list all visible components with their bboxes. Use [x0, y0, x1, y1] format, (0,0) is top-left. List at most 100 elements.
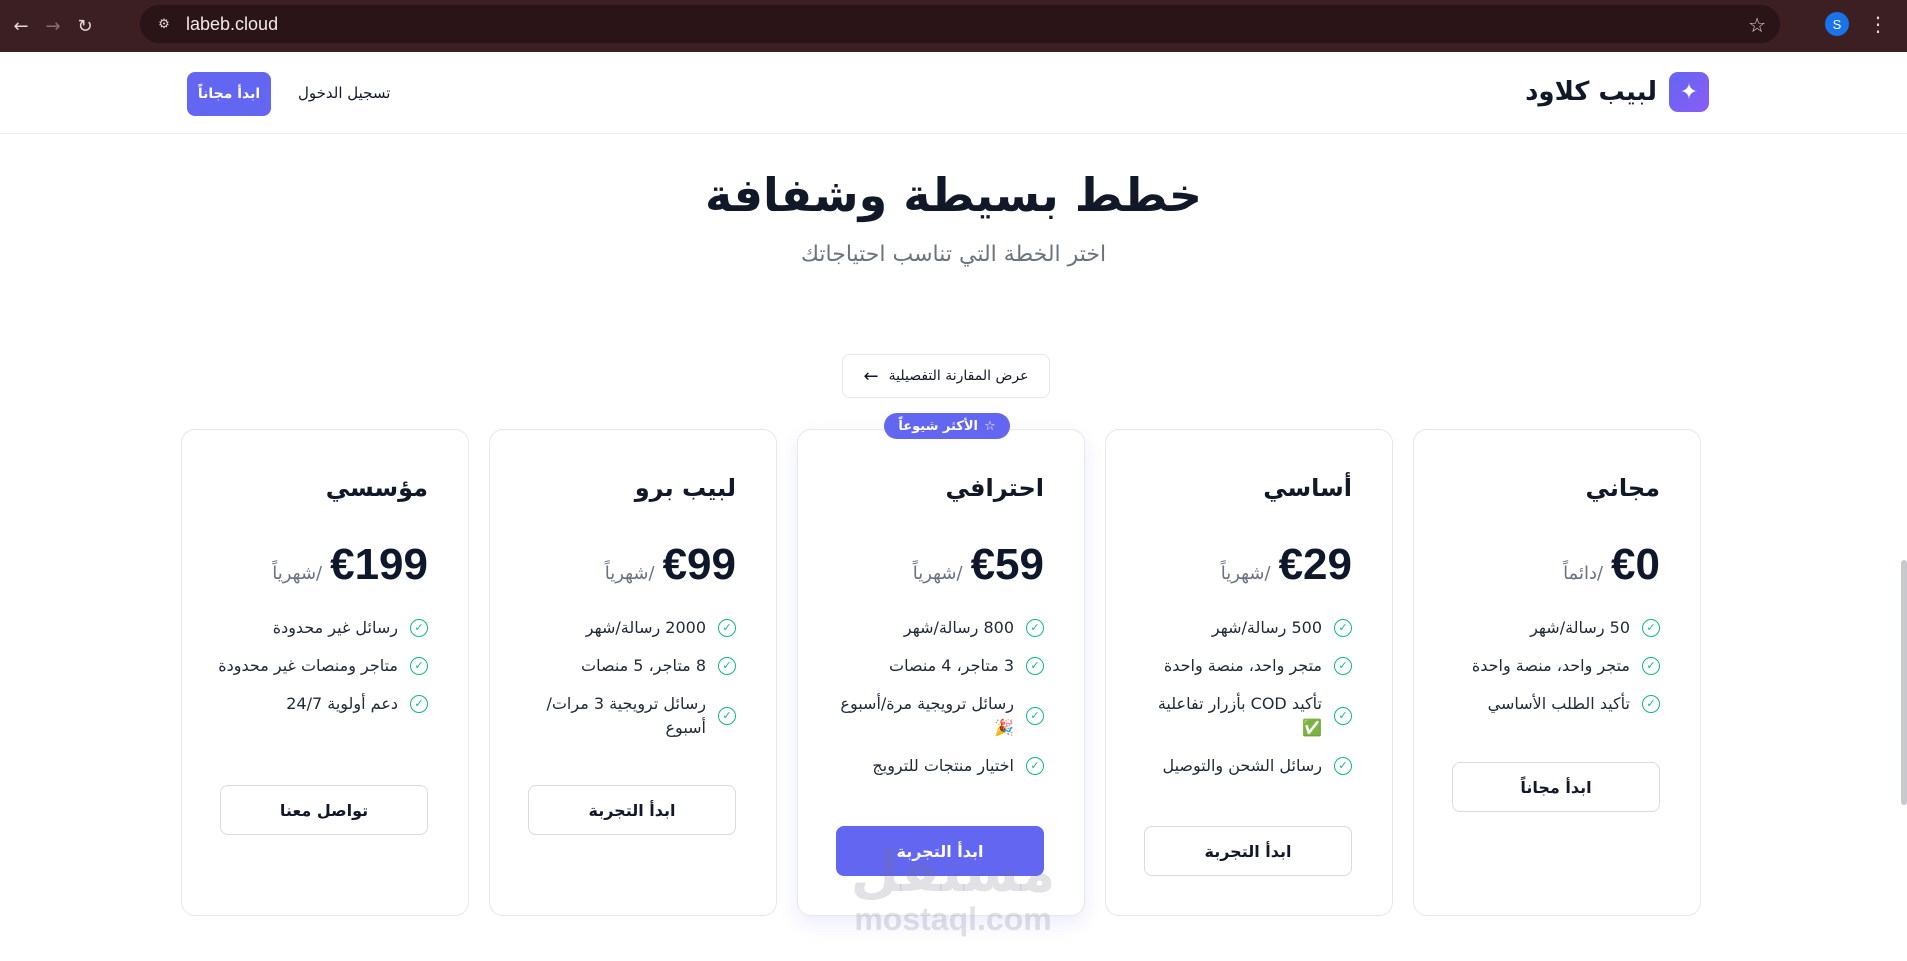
plan-price-row: €0 /دائماً [1563, 540, 1660, 590]
plan-price-row: €29 /شهرياً [1221, 540, 1352, 590]
feature-item: ✓ رسائل ترويجية 3 مرات/أسبوع [521, 692, 736, 740]
feature-list: ✓ 800 رسالة/شهر ✓ 3 متاجر، 4 منصات ✓ رسائل … [829, 616, 1044, 792]
feature-item: ✓ 50 رسالة/شهر [1445, 616, 1660, 640]
plan-period: /دائماً [1563, 563, 1604, 584]
plan-price-row: €59 /شهرياً [913, 540, 1044, 590]
feature-text: اختيار منتجات للترويج [872, 756, 1014, 775]
login-link[interactable]: تسجيل الدخول [298, 84, 390, 102]
check-circle-icon: ✓ [1642, 619, 1660, 637]
popular-badge-label: الأكثر شيوعاً [898, 418, 978, 434]
feature-item: ✓ 8 متاجر، 5 منصات [521, 654, 736, 678]
feature-list: ✓ 2000 رسالة/شهر ✓ 8 متاجر، 5 منصات ✓ رسائل… [521, 616, 736, 754]
reload-icon[interactable]: ↻ [74, 15, 96, 37]
back-icon[interactable]: ← [10, 15, 32, 37]
feature-list: ✓ رسائل غير محدودة ✓ متاجر ومنصات غير محدو… [213, 616, 428, 730]
brand[interactable]: ✦ لبيب كلاود [1525, 72, 1709, 112]
plan-card-enterprise: مؤسسي €199 /شهرياً ✓ رسائل غير محدودة ✓ مت… [181, 429, 469, 916]
plan-price: €199 [330, 540, 428, 589]
plan-cta-button[interactable]: ابدأ التجربة [1144, 826, 1352, 876]
plan-name: لبيب برو [634, 474, 736, 502]
check-circle-icon: ✓ [1026, 657, 1044, 675]
page-subtitle: اختر الخطة التي تناسب احتياجاتك [800, 242, 1107, 267]
profile-avatar[interactable]: S [1825, 12, 1849, 36]
site-header: ✦ لبيب كلاود تسجيل الدخول ابدأ مجاناً [0, 52, 1907, 134]
plan-card-free: مجاني €0 /دائماً ✓ 50 رسالة/شهر ✓ متجر واح… [1413, 429, 1701, 916]
check-circle-icon: ✓ [410, 619, 428, 637]
plan-cta-button[interactable]: ابدأ التجربة [836, 826, 1044, 876]
feature-item: ✓ 800 رسالة/شهر [829, 616, 1044, 640]
bookmark-star-icon[interactable]: ☆ [1748, 13, 1766, 37]
check-circle-icon: ✓ [1642, 695, 1660, 713]
feature-item: ✓ تأكيد الطلب الأساسي [1445, 692, 1660, 716]
plan-period: /شهرياً [1220, 563, 1271, 584]
plan-card-basic: أساسي €29 /شهرياً ✓ 500 رسالة/شهر ✓ متجر و… [1105, 429, 1393, 916]
feature-item: ✓ تأكيد COD بأزرار تفاعلية ✅ [1137, 692, 1352, 740]
check-circle-icon: ✓ [1642, 657, 1660, 675]
plan-cta-button[interactable]: ابدأ التجربة [528, 785, 736, 835]
plan-name: مجاني [1585, 474, 1660, 502]
feature-item: ✓ متجر واحد، منصة واحدة [1445, 654, 1660, 678]
address-bar[interactable]: ⚙ labeb.cloud ☆ [140, 5, 1780, 43]
feature-text: دعم أولوية 24/7 [286, 694, 398, 713]
feature-text: رسائل الشحن والتوصيل [1162, 756, 1322, 775]
feature-text: متجر واحد، منصة واحدة [1163, 656, 1322, 675]
plan-price-row: €99 /شهرياً [605, 540, 736, 590]
start-free-button[interactable]: ابدأ مجاناً [187, 72, 271, 116]
page-title: خطط بسيطة وشفافة [704, 168, 1203, 222]
plan-name: احترافي [945, 474, 1044, 502]
feature-item: ✓ 500 رسالة/شهر [1137, 616, 1352, 640]
feature-text: رسائل غير محدودة [272, 618, 398, 637]
feature-item: ✓ متاجر ومنصات غير محدودة [213, 654, 428, 678]
check-circle-icon: ✓ [718, 619, 736, 637]
feature-text: 500 رسالة/شهر [1211, 618, 1322, 637]
compare-label: عرض المقارنة التفصيلية [888, 368, 1029, 384]
brand-name: لبيب كلاود [1525, 77, 1657, 107]
check-circle-icon: ✓ [1026, 619, 1044, 637]
arrow-left-icon: ← [863, 365, 879, 387]
feature-text: 50 رسالة/شهر [1530, 618, 1630, 637]
check-circle-icon: ✓ [1026, 707, 1044, 725]
check-circle-icon: ✓ [410, 657, 428, 675]
plan-price: €29 [1278, 540, 1352, 589]
feature-text: رسائل ترويجية 3 مرات/أسبوع [546, 694, 706, 737]
feature-text: 2000 رسالة/شهر [585, 618, 706, 637]
check-circle-icon: ✓ [1334, 657, 1352, 675]
plan-period: /شهرياً [272, 563, 323, 584]
check-circle-icon: ✓ [1334, 757, 1352, 775]
feature-list: ✓ 500 رسالة/شهر ✓ متجر واحد، منصة واحدة ✓ ت… [1137, 616, 1352, 792]
feature-item: ✓ 3 متاجر، 4 منصات [829, 654, 1044, 678]
plan-cta-button[interactable]: ابدأ مجاناً [1452, 762, 1660, 812]
page-scrollbar[interactable] [1901, 560, 1907, 805]
plan-name: مؤسسي [325, 474, 428, 502]
sparkles-icon: ✦ [1669, 72, 1709, 112]
feature-item: ✓ رسائل غير محدودة [213, 616, 428, 640]
plan-price-row: €199 /شهرياً [272, 540, 428, 590]
url-text[interactable]: labeb.cloud [186, 14, 278, 35]
plan-price: €99 [662, 540, 736, 589]
feature-text: متاجر ومنصات غير محدودة [218, 656, 398, 675]
check-circle-icon: ✓ [1026, 757, 1044, 775]
plan-period: /شهرياً [912, 563, 963, 584]
feature-item: ✓ 2000 رسالة/شهر [521, 616, 736, 640]
feature-text: متجر واحد، منصة واحدة [1471, 656, 1630, 675]
forward-icon[interactable]: → [42, 15, 64, 37]
check-circle-icon: ✓ [718, 657, 736, 675]
plan-cta-button[interactable]: تواصل معنا [220, 785, 428, 835]
compare-plans-button[interactable]: عرض المقارنة التفصيلية ← [842, 354, 1050, 398]
feature-text: رسائل ترويجية مرة/أسبوع 🎉 [840, 694, 1014, 737]
popular-badge: ☆ الأكثر شيوعاً [884, 413, 1010, 439]
check-circle-icon: ✓ [718, 707, 736, 725]
plan-period: /شهرياً [604, 563, 655, 584]
plan-name: أساسي [1263, 474, 1352, 502]
check-circle-icon: ✓ [410, 695, 428, 713]
feature-text: تأكيد الطلب الأساسي [1487, 694, 1630, 713]
site-settings-icon[interactable]: ⚙ [152, 12, 176, 36]
feature-item: ✓ اختيار منتجات للترويج [829, 754, 1044, 778]
plan-price: €0 [1611, 540, 1660, 589]
feature-item: ✓ دعم أولوية 24/7 [213, 692, 428, 716]
feature-item: ✓ رسائل ترويجية مرة/أسبوع 🎉 [829, 692, 1044, 740]
feature-list: ✓ 50 رسالة/شهر ✓ متجر واحد، منصة واحدة ✓ تأ… [1445, 616, 1660, 730]
plan-price: €59 [970, 540, 1044, 589]
star-icon: ☆ [983, 418, 996, 434]
browser-menu-icon[interactable]: ⋮ [1868, 12, 1888, 36]
